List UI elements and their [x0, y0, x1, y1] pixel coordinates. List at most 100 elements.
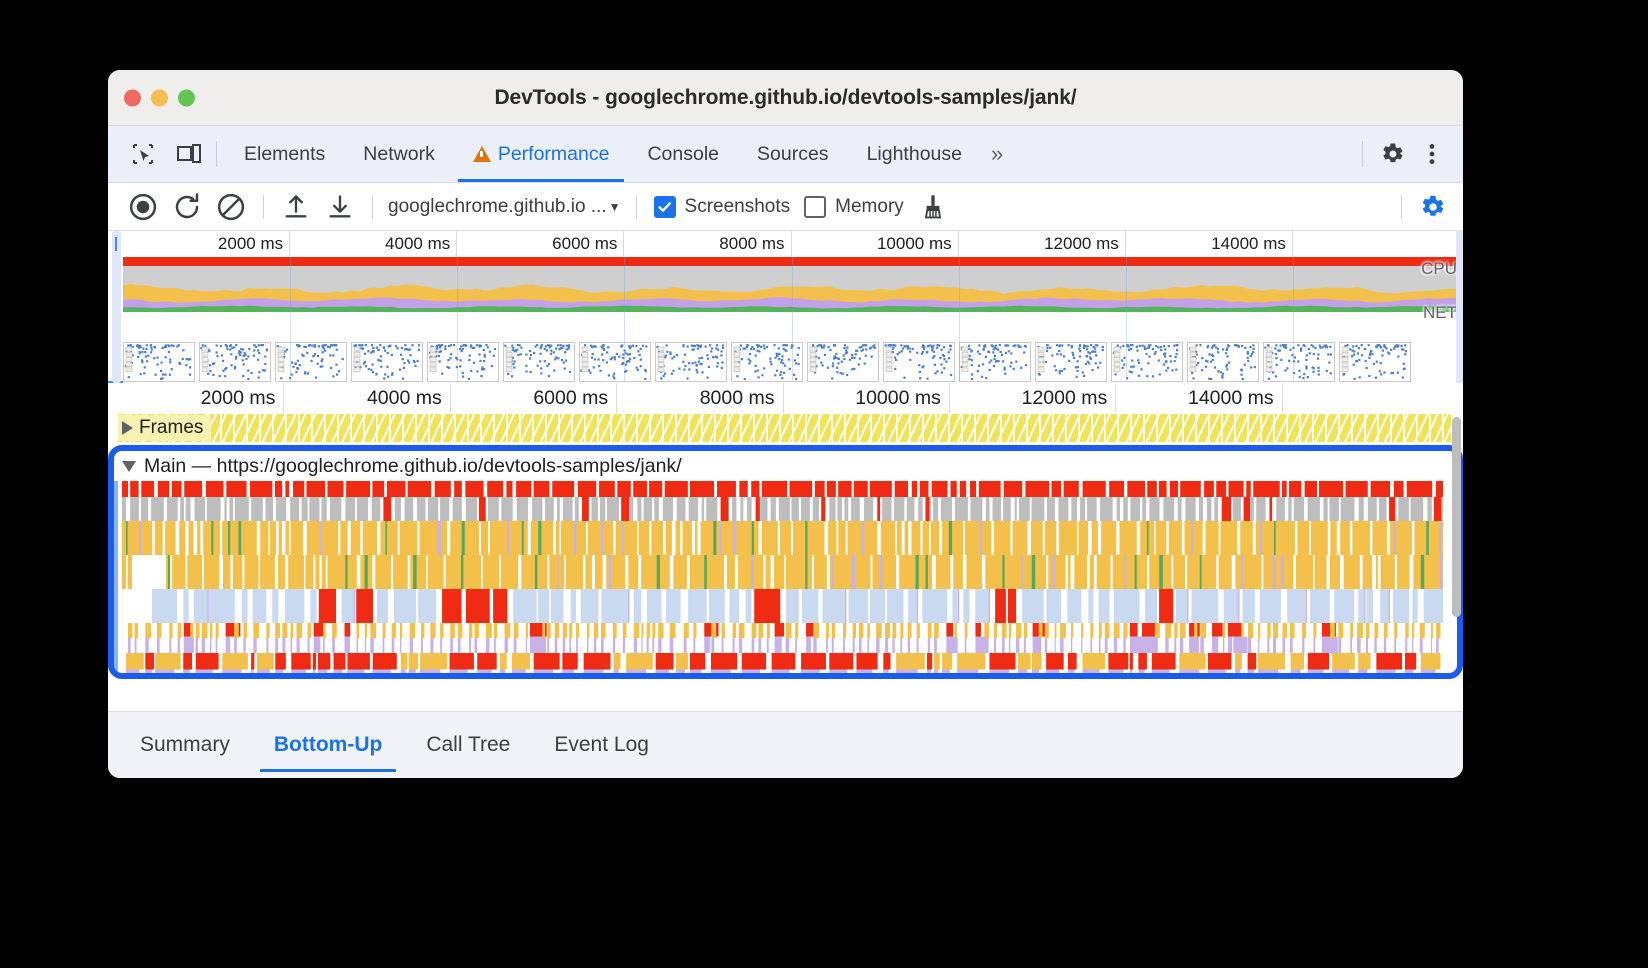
- tabstrip-right-divider: [1362, 141, 1363, 167]
- tab-bottom-up[interactable]: Bottom-Up: [252, 712, 404, 778]
- overview-gridline: [791, 257, 793, 381]
- window-titlebar: DevTools - googlechrome.github.io/devtoo…: [108, 70, 1463, 126]
- flamechart-row[interactable]: [122, 521, 1443, 555]
- frames-strip[interactable]: [118, 414, 1451, 442]
- details-tab-label: Summary: [140, 733, 230, 756]
- filmstrip-screenshot[interactable]: [275, 342, 347, 382]
- tab-performance[interactable]: Performance: [454, 126, 629, 182]
- toolbar-right-actions: [1392, 187, 1463, 227]
- minimize-button[interactable]: [151, 89, 168, 106]
- filmstrip-screenshot[interactable]: [427, 342, 499, 382]
- filmstrip-screenshot[interactable]: [1111, 342, 1183, 382]
- filmstrip-screenshot[interactable]: [579, 342, 651, 382]
- tab-elements[interactable]: Elements: [225, 126, 344, 182]
- tab-label: Lighthouse: [866, 142, 962, 165]
- filmstrip-screenshot[interactable]: [959, 342, 1031, 382]
- save-profile-icon[interactable]: [319, 187, 361, 227]
- recording-url-value: googlechrome.github.io ...: [388, 195, 607, 217]
- overview-gridline: [290, 257, 292, 381]
- tab-call-tree[interactable]: Call Tree: [404, 712, 532, 778]
- tab-label: Network: [363, 142, 435, 165]
- tab-console[interactable]: Console: [628, 126, 738, 182]
- collect-garbage-icon[interactable]: [912, 187, 954, 227]
- main-track-label: Main — https://googlechrome.github.io/de…: [144, 454, 682, 477]
- flamechart-row[interactable]: [122, 481, 1443, 497]
- overview-gridline: [624, 257, 626, 381]
- tab-label: Performance: [497, 142, 610, 165]
- screen-root: DevTools - googlechrome.github.io/devtoo…: [0, 0, 1648, 968]
- filmstrip-screenshot[interactable]: [807, 342, 879, 382]
- filmstrip-screenshot[interactable]: [1339, 342, 1411, 382]
- reload-and-record-icon[interactable]: [166, 187, 208, 227]
- main-track[interactable]: Main — https://googlechrome.github.io/de…: [114, 451, 1457, 675]
- tab-lighthouse[interactable]: Lighthouse: [848, 126, 981, 182]
- tabstrip-actions: [1354, 135, 1463, 173]
- load-profile-icon[interactable]: [275, 187, 317, 227]
- filmstrip-screenshot[interactable]: [1187, 342, 1259, 382]
- expand-triangle-icon[interactable]: [122, 421, 133, 435]
- toolbar-divider-1: [263, 194, 264, 219]
- more-tabs-chevron-icon[interactable]: »: [981, 141, 1010, 167]
- devtools-tabstrip: Elements Network Performance Console Sou…: [108, 126, 1463, 183]
- main-track-left-edge: [114, 481, 118, 675]
- device-toolbar-icon[interactable]: [170, 135, 208, 173]
- overview-left-resizer[interactable]: [112, 231, 121, 383]
- tab-event-log[interactable]: Event Log: [532, 712, 671, 778]
- gear-icon[interactable]: [1373, 135, 1411, 173]
- tabstrip-divider: [216, 141, 217, 167]
- flamechart-tick: 14000 ms: [108, 383, 1283, 413]
- filmstrip-screenshot[interactable]: [123, 342, 195, 382]
- screenshots-checkbox-box: [653, 195, 676, 218]
- filmstrip-screenshot[interactable]: [1263, 342, 1335, 382]
- memory-checkbox-box: [804, 195, 827, 218]
- maximize-button[interactable]: [178, 89, 195, 106]
- filmstrip-screenshot[interactable]: [503, 342, 575, 382]
- toolbar-divider-4: [1401, 194, 1402, 219]
- details-tabbar: Summary Bottom-Up Call Tree Event Log: [108, 711, 1463, 778]
- overview-gridline: [457, 257, 459, 381]
- filmstrip-screenshot[interactable]: [351, 342, 423, 382]
- main-track-header[interactable]: Main — https://googlechrome.github.io/de…: [114, 451, 1457, 481]
- capture-settings-gear-icon[interactable]: [1411, 187, 1453, 227]
- flamechart-row[interactable]: [122, 555, 1443, 589]
- frames-track[interactable]: Frames: [108, 413, 1463, 443]
- cpu-band-label: CPU: [1421, 259, 1457, 278]
- chevron-down-icon: ▼: [608, 199, 621, 214]
- tab-sources[interactable]: Sources: [738, 126, 848, 182]
- toolbar-divider-3: [635, 194, 637, 219]
- timeline-overview[interactable]: 2000 ms 4000 ms 6000 ms 8000 ms 10000 ms 1200…: [108, 231, 1463, 383]
- flamechart-rows[interactable]: [122, 481, 1443, 675]
- memory-checkbox[interactable]: Memory: [798, 195, 910, 218]
- tab-network[interactable]: Network: [344, 126, 454, 182]
- clear-recording-icon[interactable]: [210, 187, 252, 227]
- record-button-icon[interactable]: [122, 187, 164, 227]
- flamechart-scrollbar[interactable]: [1452, 417, 1461, 617]
- filmstrip-screenshot[interactable]: [199, 342, 271, 382]
- flamechart-row[interactable]: [122, 589, 1443, 623]
- flamechart-row[interactable]: [122, 653, 1443, 675]
- screenshots-checkbox[interactable]: Screenshots: [648, 195, 797, 218]
- tabstrip-tool-icons: [108, 135, 208, 173]
- overview-right-resizer[interactable]: [1456, 231, 1463, 383]
- details-tab-label: Call Tree: [426, 733, 511, 756]
- warning-triangle-icon: [472, 146, 491, 162]
- filmstrip-screenshot[interactable]: [1035, 342, 1107, 382]
- performance-toolbar: googlechrome.github.io ... ▼ Screenshots…: [108, 183, 1463, 231]
- filmstrip-screenshot[interactable]: [655, 342, 727, 382]
- recording-url-dropdown[interactable]: googlechrome.github.io ... ▼: [384, 196, 625, 218]
- net-band-label: NET: [1423, 303, 1457, 322]
- tab-label: Sources: [757, 142, 829, 165]
- kebab-menu-icon[interactable]: [1413, 135, 1451, 173]
- frames-track-header[interactable]: Frames: [118, 415, 212, 441]
- tab-summary[interactable]: Summary: [118, 712, 252, 778]
- flamechart-row[interactable]: [122, 623, 1443, 653]
- inspect-element-icon[interactable]: [124, 135, 162, 173]
- memory-label: Memory: [835, 195, 904, 217]
- collapse-triangle-icon[interactable]: [122, 460, 136, 472]
- timeline-flamechart-pane[interactable]: 2000 ms 4000 ms 6000 ms 8000 ms 10000 ms 1200…: [108, 383, 1463, 679]
- flamechart-row[interactable]: [122, 497, 1443, 521]
- close-button[interactable]: [124, 89, 141, 106]
- filmstrip-screenshot[interactable]: [883, 342, 955, 382]
- overview-tick: 14000 ms: [108, 231, 1293, 257]
- overview-gridline: [958, 257, 960, 381]
